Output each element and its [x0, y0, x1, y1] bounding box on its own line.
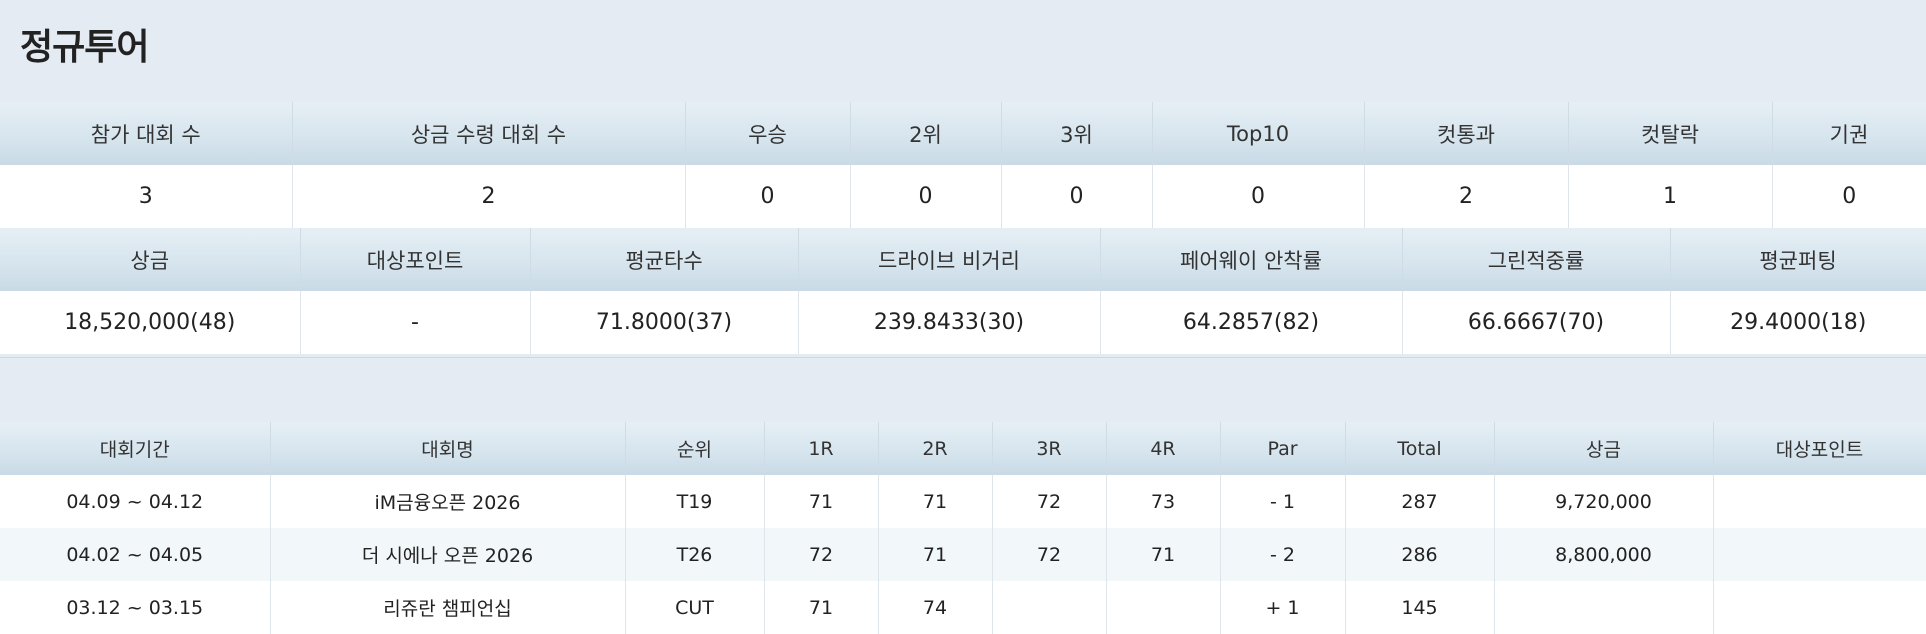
cell-tournament: 더 시에나 오픈 2026 [270, 528, 626, 581]
stats-bottom-divider [0, 357, 1926, 358]
cell-round1: 71 [764, 581, 879, 634]
header-cut-missed: 컷탈락 [1568, 102, 1773, 165]
cell-round3 [992, 581, 1107, 634]
header-avg-score: 평균타수 [530, 228, 799, 291]
cell-total: 287 [1345, 475, 1495, 528]
cell-par: - 2 [1220, 528, 1346, 581]
value-cut-made: 2 [1364, 165, 1569, 228]
header-round1: 1R [764, 422, 879, 475]
cell-round4: 73 [1106, 475, 1221, 528]
cell-points [1713, 475, 1926, 528]
cell-period: 03.12 ~ 03.15 [0, 581, 271, 634]
cell-round4: 71 [1106, 528, 1221, 581]
cell-round1: 71 [764, 475, 879, 528]
cell-round2: 74 [878, 581, 993, 634]
cell-total: 286 [1345, 528, 1495, 581]
value-top10: 0 [1152, 165, 1365, 228]
header-wins: 우승 [685, 102, 851, 165]
header-points: 대상포인트 [1713, 422, 1926, 475]
stats-table-summary: 참가 대회 수 상금 수령 대회 수 우승 2위 3위 Top10 컷통과 컷탈… [0, 102, 1926, 228]
value-third: 0 [1001, 165, 1153, 228]
header-round4: 4R [1106, 422, 1221, 475]
cell-prize: 9,720,000 [1494, 475, 1714, 528]
value-putting: 29.4000(18) [1670, 291, 1926, 354]
header-prize: 상금 [1494, 422, 1714, 475]
table-row: 04.09 ~ 04.12 iM금융오픈 2026 T19 71 71 72 7… [0, 475, 1926, 528]
table-row: 03.12 ~ 03.15 리쥬란 챔피언십 CUT 71 74 + 1 145 [0, 581, 1926, 634]
header-entries: 참가 대회 수 [0, 102, 293, 165]
value-wins: 0 [685, 165, 851, 228]
value-prize-money: 18,520,000(48) [0, 291, 301, 354]
value-second: 0 [850, 165, 1002, 228]
header-prize-money: 상금 [0, 228, 301, 291]
cell-round3: 72 [992, 528, 1107, 581]
value-prize-events: 2 [292, 165, 686, 228]
value-drive-distance: 239.8433(30) [798, 291, 1101, 354]
header-fairway: 페어웨이 안착률 [1100, 228, 1403, 291]
value-grand-points: - [300, 291, 531, 354]
header-tournament: 대회명 [270, 422, 626, 475]
value-cut-missed: 1 [1568, 165, 1773, 228]
cell-rank: T26 [625, 528, 765, 581]
header-green: 그린적중률 [1402, 228, 1671, 291]
header-drive-distance: 드라이브 비거리 [798, 228, 1101, 291]
cell-prize: 8,800,000 [1494, 528, 1714, 581]
header-putting: 평균퍼팅 [1670, 228, 1926, 291]
cell-rank: CUT [625, 581, 765, 634]
cell-period: 04.02 ~ 04.05 [0, 528, 271, 581]
cell-round2: 71 [878, 475, 993, 528]
value-entries: 3 [0, 165, 293, 228]
cell-round4 [1106, 581, 1221, 634]
cell-tournament: 리쥬란 챔피언십 [270, 581, 626, 634]
header-round3: 3R [992, 422, 1107, 475]
value-avg-score: 71.8000(37) [530, 291, 799, 354]
header-prize-events: 상금 수령 대회 수 [292, 102, 686, 165]
value-green: 66.6667(70) [1402, 291, 1671, 354]
stats-table-performance: 상금 대상포인트 평균타수 드라이브 비거리 페어웨이 안착률 그린적중률 평균… [0, 228, 1926, 354]
cell-period: 04.09 ~ 04.12 [0, 475, 271, 528]
cell-par: + 1 [1220, 581, 1346, 634]
results-table: 대회기간 대회명 순위 1R 2R 3R 4R Par Total 상금 대상포… [0, 422, 1926, 634]
header-total: Total [1345, 422, 1495, 475]
page-title: 정규투어 [20, 27, 149, 68]
cell-points [1713, 581, 1926, 634]
header-second: 2위 [850, 102, 1002, 165]
table-row: 04.02 ~ 04.05 더 시에나 오픈 2026 T26 72 71 72… [0, 528, 1926, 581]
cell-round2: 71 [878, 528, 993, 581]
header-grand-points: 대상포인트 [300, 228, 531, 291]
header-third: 3위 [1001, 102, 1153, 165]
cell-points [1713, 528, 1926, 581]
cell-par: - 1 [1220, 475, 1346, 528]
value-fairway: 64.2857(82) [1100, 291, 1403, 354]
cell-total: 145 [1345, 581, 1495, 634]
cell-round1: 72 [764, 528, 879, 581]
header-rank: 순위 [625, 422, 765, 475]
cell-rank: T19 [625, 475, 765, 528]
header-cut-made: 컷통과 [1364, 102, 1569, 165]
header-period: 대회기간 [0, 422, 271, 475]
cell-tournament: iM금융오픈 2026 [270, 475, 626, 528]
value-withdrawn: 0 [1772, 165, 1926, 228]
header-withdrawn: 기권 [1772, 102, 1926, 165]
header-round2: 2R [878, 422, 993, 475]
cell-prize [1494, 581, 1714, 634]
header-par: Par [1220, 422, 1346, 475]
cell-round3: 72 [992, 475, 1107, 528]
header-top10: Top10 [1152, 102, 1365, 165]
